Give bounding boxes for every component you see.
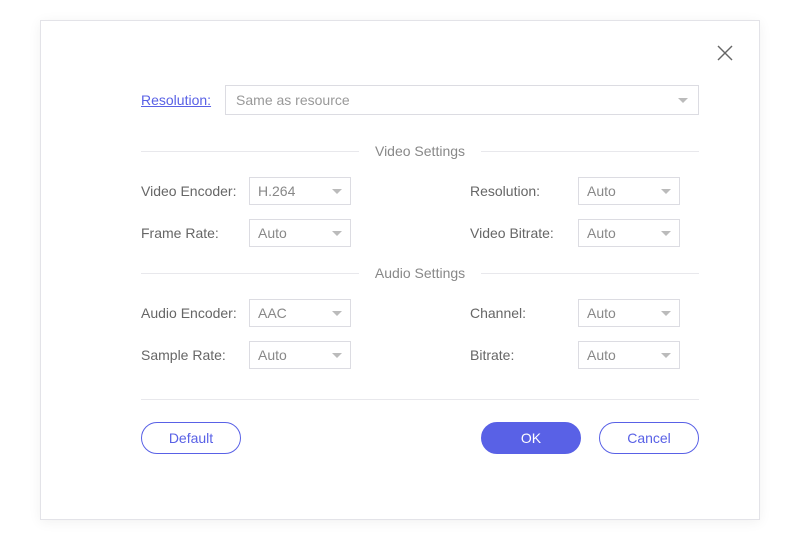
audio-row-2: Sample Rate: Auto Bitrate: Auto bbox=[141, 341, 699, 369]
chevron-down-icon bbox=[332, 311, 342, 316]
chevron-down-icon bbox=[661, 311, 671, 316]
dialog-footer: Default OK Cancel bbox=[41, 422, 759, 454]
video-resolution-select[interactable]: Auto bbox=[578, 177, 680, 205]
audio-encoder-select[interactable]: AAC bbox=[249, 299, 351, 327]
audio-bitrate-select[interactable]: Auto bbox=[578, 341, 680, 369]
channel-label: Channel: bbox=[470, 305, 578, 321]
audio-row-1: Audio Encoder: AAC Channel: Auto bbox=[141, 299, 699, 327]
video-encoder-value: H.264 bbox=[258, 183, 295, 199]
video-bitrate-label: Video Bitrate: bbox=[470, 225, 578, 241]
chevron-down-icon bbox=[332, 231, 342, 236]
channel-value: Auto bbox=[587, 305, 616, 321]
audio-encoder-value: AAC bbox=[258, 305, 287, 321]
sample-rate-field: Sample Rate: Auto bbox=[141, 341, 420, 369]
sample-rate-select[interactable]: Auto bbox=[249, 341, 351, 369]
audio-encoder-label: Audio Encoder: bbox=[141, 305, 249, 321]
cancel-button[interactable]: Cancel bbox=[599, 422, 699, 454]
video-resolution-label: Resolution: bbox=[470, 183, 578, 199]
divider-line bbox=[481, 151, 699, 152]
divider-line bbox=[141, 273, 359, 274]
close-icon bbox=[715, 43, 735, 63]
chevron-down-icon bbox=[661, 353, 671, 358]
chevron-down-icon bbox=[661, 189, 671, 194]
video-resolution-field: Resolution: Auto bbox=[420, 177, 699, 205]
chevron-down-icon bbox=[332, 189, 342, 194]
audio-section-title: Audio Settings bbox=[359, 265, 481, 281]
video-row-1: Video Encoder: H.264 Resolution: Auto bbox=[141, 177, 699, 205]
ok-button[interactable]: OK bbox=[481, 422, 581, 454]
video-bitrate-field: Video Bitrate: Auto bbox=[420, 219, 699, 247]
video-section-header: Video Settings bbox=[141, 143, 699, 159]
chevron-down-icon bbox=[678, 98, 688, 103]
video-encoder-select[interactable]: H.264 bbox=[249, 177, 351, 205]
resolution-link-label[interactable]: Resolution: bbox=[141, 92, 211, 108]
audio-bitrate-label: Bitrate: bbox=[470, 347, 578, 363]
sample-rate-label: Sample Rate: bbox=[141, 347, 249, 363]
dialog-content: Resolution: Same as resource Video Setti… bbox=[41, 45, 759, 400]
frame-rate-value: Auto bbox=[258, 225, 287, 241]
close-button[interactable] bbox=[711, 39, 739, 67]
video-resolution-value: Auto bbox=[587, 183, 616, 199]
video-encoder-field: Video Encoder: H.264 bbox=[141, 177, 420, 205]
audio-bitrate-value: Auto bbox=[587, 347, 616, 363]
frame-rate-select[interactable]: Auto bbox=[249, 219, 351, 247]
top-resolution-row: Resolution: Same as resource bbox=[141, 85, 699, 115]
default-button[interactable]: Default bbox=[141, 422, 241, 454]
chevron-down-icon bbox=[332, 353, 342, 358]
settings-dialog: Resolution: Same as resource Video Setti… bbox=[40, 20, 760, 520]
channel-select[interactable]: Auto bbox=[578, 299, 680, 327]
video-section-title: Video Settings bbox=[359, 143, 481, 159]
divider-line bbox=[481, 273, 699, 274]
chevron-down-icon bbox=[661, 231, 671, 236]
frame-rate-field: Frame Rate: Auto bbox=[141, 219, 420, 247]
top-resolution-select[interactable]: Same as resource bbox=[225, 85, 699, 115]
video-bitrate-select[interactable]: Auto bbox=[578, 219, 680, 247]
frame-rate-label: Frame Rate: bbox=[141, 225, 249, 241]
video-encoder-label: Video Encoder: bbox=[141, 183, 249, 199]
channel-field: Channel: Auto bbox=[420, 299, 699, 327]
sample-rate-value: Auto bbox=[258, 347, 287, 363]
audio-section-header: Audio Settings bbox=[141, 265, 699, 281]
top-resolution-value: Same as resource bbox=[236, 92, 350, 108]
video-row-2: Frame Rate: Auto Video Bitrate: Auto bbox=[141, 219, 699, 247]
footer-divider bbox=[141, 399, 699, 400]
audio-encoder-field: Audio Encoder: AAC bbox=[141, 299, 420, 327]
divider-line bbox=[141, 151, 359, 152]
audio-bitrate-field: Bitrate: Auto bbox=[420, 341, 699, 369]
video-bitrate-value: Auto bbox=[587, 225, 616, 241]
